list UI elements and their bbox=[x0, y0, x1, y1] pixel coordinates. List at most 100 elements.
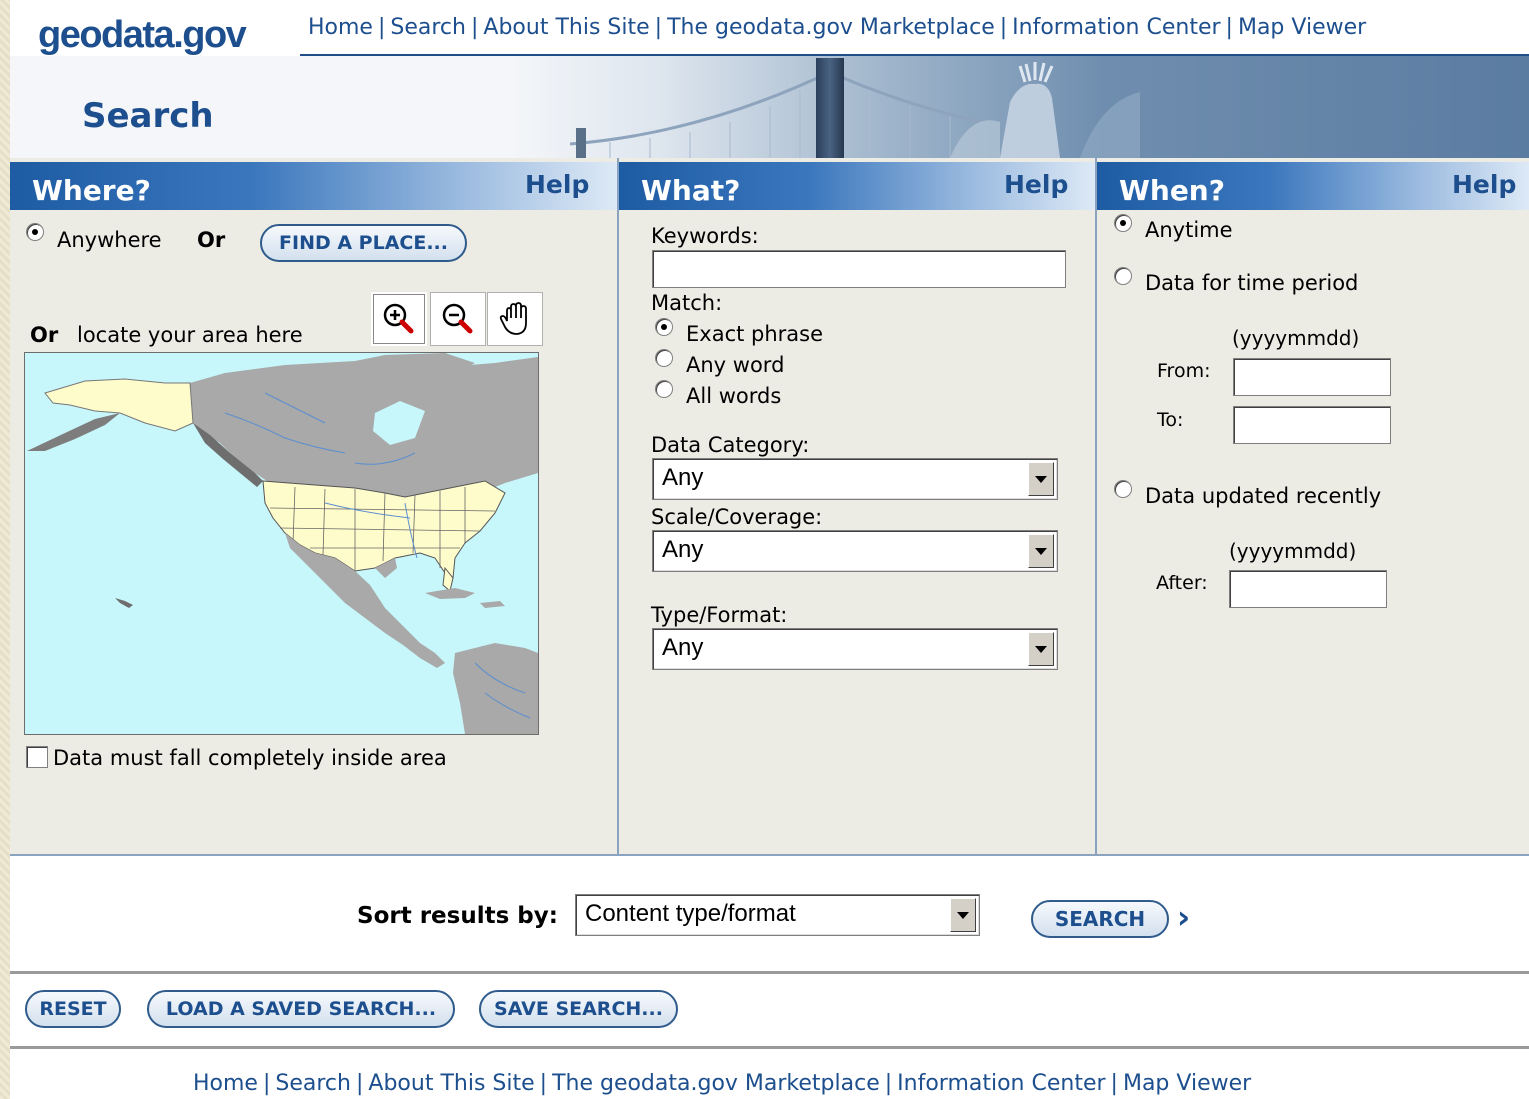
locate-area-label: locate your area here bbox=[77, 323, 303, 347]
when-help-link[interactable]: Help bbox=[1452, 170, 1516, 199]
updated-recently-radio[interactable] bbox=[1114, 480, 1132, 498]
search-button[interactable]: SEARCH bbox=[1031, 900, 1169, 938]
after-label: After: bbox=[1156, 572, 1208, 594]
match-exact-phrase-radio[interactable] bbox=[655, 318, 673, 336]
chevron-down-icon[interactable] bbox=[1028, 534, 1054, 568]
nav-information-center-link[interactable]: Information Center bbox=[1012, 15, 1220, 40]
load-saved-search-button[interactable]: LOAD A SAVED SEARCH... bbox=[147, 990, 455, 1028]
nav-search-link[interactable]: Search bbox=[390, 15, 466, 40]
time-period-label: Data for time period bbox=[1145, 271, 1359, 295]
from-label: From: bbox=[1157, 360, 1211, 382]
geodata-logo[interactable]: geodata.gov bbox=[38, 14, 247, 57]
when-title: When? bbox=[1119, 174, 1225, 207]
nav-separator: | bbox=[355, 1071, 364, 1096]
nav-separator: | bbox=[999, 15, 1008, 40]
type-format-label: Type/Format: bbox=[651, 603, 788, 627]
nav-separator: | bbox=[1110, 1071, 1118, 1096]
date-format-hint-2: (yyyymmdd) bbox=[1229, 539, 1357, 563]
find-a-place-button[interactable]: FIND A PLACE... bbox=[260, 224, 467, 262]
statue-of-liberty-decoration bbox=[950, 62, 1140, 158]
footer-navigation: Home | Search | About This Site | The geodata.… bbox=[193, 1071, 1251, 1096]
sort-results-select[interactable]: Content type/format bbox=[575, 894, 980, 936]
data-category-label: Data Category: bbox=[651, 433, 810, 457]
nav-separator: | bbox=[377, 15, 386, 40]
from-date-input[interactable] bbox=[1233, 358, 1391, 396]
anywhere-label: Anywhere bbox=[57, 228, 162, 252]
data-category-select[interactable]: Any bbox=[652, 458, 1058, 500]
bridge-photo-decoration bbox=[570, 70, 990, 158]
nav-home-link[interactable]: Home bbox=[308, 15, 373, 40]
or-text: Or bbox=[197, 228, 226, 252]
divider-line bbox=[10, 1046, 1529, 1049]
what-title: What? bbox=[641, 174, 741, 207]
chevron-down-icon[interactable] bbox=[950, 898, 976, 932]
or-text-2: Or bbox=[30, 323, 59, 347]
match-label: Match: bbox=[651, 291, 723, 315]
nav-separator: | bbox=[884, 1071, 893, 1096]
anywhere-radio[interactable] bbox=[26, 223, 44, 241]
nav-separator: | bbox=[654, 15, 663, 40]
anytime-label: Anytime bbox=[1145, 218, 1233, 242]
search-arrow-icon[interactable]: › bbox=[1177, 898, 1190, 936]
data-category-value: Any bbox=[662, 464, 704, 491]
sort-results-label: Sort results by: bbox=[357, 903, 558, 929]
page-margin-texture bbox=[0, 0, 10, 1099]
fall-inside-area-label: Data must fall completely inside area bbox=[53, 746, 447, 770]
to-date-input[interactable] bbox=[1233, 406, 1391, 444]
fall-inside-area-checkbox[interactable] bbox=[26, 746, 48, 768]
to-label: To: bbox=[1157, 409, 1184, 431]
type-format-select[interactable]: Any bbox=[652, 628, 1058, 670]
zoom-in-icon bbox=[383, 303, 414, 334]
what-help-link[interactable]: Help bbox=[1004, 170, 1068, 199]
scale-coverage-value: Any bbox=[662, 536, 704, 563]
nav-separator: | bbox=[470, 15, 479, 40]
where-help-link[interactable]: Help bbox=[525, 170, 589, 199]
reset-button[interactable]: RESET bbox=[25, 990, 121, 1028]
date-format-hint: (yyyymmdd) bbox=[1232, 326, 1360, 350]
north-america-map-image bbox=[27, 353, 538, 734]
footer-marketplace-link[interactable]: The geodata.gov Marketplace bbox=[552, 1071, 880, 1096]
area-selection-map[interactable] bbox=[24, 352, 539, 735]
keywords-input[interactable] bbox=[652, 250, 1066, 288]
footer-search-link[interactable]: Search bbox=[275, 1071, 351, 1096]
what-section-header: What? Help bbox=[619, 162, 1095, 210]
match-all-words-radio[interactable] bbox=[655, 380, 673, 398]
scale-coverage-select[interactable]: Any bbox=[652, 530, 1058, 572]
top-navigation: Home | Search | About This Site | The geodata.… bbox=[308, 15, 1366, 40]
footer-about-link[interactable]: About This Site bbox=[368, 1071, 534, 1096]
match-any-word-radio[interactable] bbox=[655, 349, 673, 367]
zoom-out-tool-button[interactable] bbox=[430, 292, 486, 346]
match-any-word-label: Any word bbox=[686, 353, 785, 377]
divider-line bbox=[10, 971, 1529, 974]
anytime-radio[interactable] bbox=[1114, 214, 1132, 232]
zoom-in-tool-button[interactable] bbox=[371, 292, 427, 346]
nav-separator: | bbox=[1225, 15, 1233, 40]
after-date-input[interactable] bbox=[1229, 570, 1387, 608]
pan-hand-icon bbox=[499, 302, 527, 335]
updated-recently-label: Data updated recently bbox=[1145, 484, 1382, 508]
nav-map-viewer-link[interactable]: Map Viewer bbox=[1238, 15, 1366, 40]
bridge-tower-small-decoration bbox=[576, 128, 586, 158]
type-format-value: Any bbox=[662, 634, 704, 661]
footer-home-link[interactable]: Home bbox=[193, 1071, 258, 1096]
pan-tool-button[interactable] bbox=[487, 292, 543, 346]
nav-separator: | bbox=[539, 1071, 548, 1096]
where-title: Where? bbox=[32, 174, 151, 207]
footer-information-center-link[interactable]: Information Center bbox=[897, 1071, 1105, 1096]
keywords-label: Keywords: bbox=[651, 224, 759, 248]
time-period-radio[interactable] bbox=[1114, 267, 1132, 285]
page-title: Search bbox=[82, 96, 214, 136]
bridge-tower-decoration bbox=[816, 58, 844, 158]
nav-about-link[interactable]: About This Site bbox=[483, 15, 649, 40]
save-search-button[interactable]: SAVE SEARCH... bbox=[479, 990, 678, 1028]
chevron-down-icon[interactable] bbox=[1028, 632, 1054, 666]
zoom-out-icon bbox=[442, 303, 473, 334]
match-exact-phrase-label: Exact phrase bbox=[686, 322, 824, 346]
footer-map-viewer-link[interactable]: Map Viewer bbox=[1123, 1071, 1251, 1096]
nav-marketplace-link[interactable]: The geodata.gov Marketplace bbox=[667, 15, 995, 40]
chevron-down-icon[interactable] bbox=[1028, 462, 1054, 496]
sort-results-value: Content type/format bbox=[585, 900, 796, 927]
when-section-header: When? Help bbox=[1097, 162, 1529, 210]
nav-separator: | bbox=[262, 1071, 271, 1096]
where-section-header: Where? Help bbox=[10, 162, 617, 210]
